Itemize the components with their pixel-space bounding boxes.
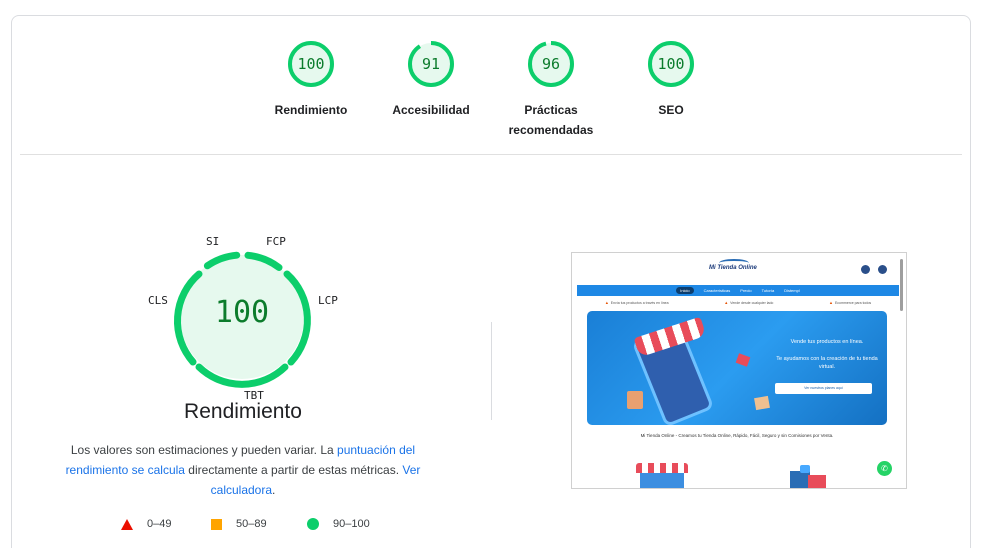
circle-icon	[307, 518, 319, 530]
preview-info-bar: Envía tus productos a través en línea Ve…	[577, 298, 899, 307]
preview-info-item: Ecommerce para todos	[829, 300, 871, 305]
preview-nav-item: Distempl	[784, 288, 800, 293]
preview-hero-button: Ver nuestros planes aquí	[775, 383, 872, 394]
description-text: Los valores son estimaciones y pueden va…	[70, 443, 338, 457]
triangle-icon	[121, 518, 133, 530]
preview-nav-item: Precio	[740, 288, 752, 293]
preview-hero-title: Vende tus productos en línea.	[790, 339, 864, 345]
legend-fail: 0–49	[121, 518, 171, 530]
category-score: 91	[421, 55, 441, 73]
preview-nav-item: Inicio	[676, 287, 694, 294]
category-label: Accesibilidad	[392, 103, 470, 117]
whatsapp-icon: ✆	[877, 461, 892, 476]
section-divider	[20, 154, 962, 155]
metric-cls[interactable]: CLS	[148, 294, 168, 307]
cart-icon	[878, 265, 887, 274]
category-label: Prácticas recomendadas	[508, 103, 594, 137]
shop-illustration	[786, 465, 832, 488]
legend-label: 90–100	[333, 518, 370, 530]
category-best-practices[interactable]: 96 Prácticas recomendadas	[491, 40, 611, 140]
legend-average: 50–89	[211, 518, 267, 530]
preview-hero-banner: Vende tus productos en línea. Te ayudamo…	[587, 311, 887, 425]
legend-label: 0–49	[147, 518, 172, 530]
preview-nav-item: Tutoría	[761, 288, 775, 293]
category-performance[interactable]: 100 Rendimiento	[251, 40, 371, 120]
category-score: 100	[297, 55, 325, 73]
gauge-ring: 96	[527, 40, 575, 88]
gauge-ring: 100	[647, 40, 695, 88]
legend-label: 50–89	[236, 518, 267, 530]
user-icon	[861, 265, 870, 274]
performance-title: Rendimiento	[184, 400, 302, 423]
performance-description: Los valores son estimaciones y pueden va…	[60, 440, 426, 500]
preview-info-item: Envía tus productos a través en línea	[605, 300, 669, 305]
preview-info-item: Vende desde cualquier lado	[724, 300, 773, 305]
category-label: SEO	[658, 103, 684, 117]
preview-header: Mi Tienda Online	[572, 253, 902, 285]
preview-nav: Inicio Características Precio Tutoría Di…	[577, 285, 899, 296]
legend-pass: 90–100	[307, 518, 370, 530]
preview-tagline: Mi Tienda Online - Creamos tu Tienda Onl…	[640, 433, 834, 438]
final-screenshot[interactable]: Mi Tienda Online Inicio Características …	[571, 252, 907, 489]
preview-nav-item: Características	[703, 288, 731, 293]
preview-hero-subtitle: Te ayudamos con la creación de tu tienda…	[776, 356, 878, 370]
category-score: 100	[657, 55, 685, 73]
metric-fcp[interactable]: FCP	[266, 235, 286, 248]
category-accessibility[interactable]: 91 Accesibilidad	[371, 40, 491, 120]
metric-si[interactable]: SI	[206, 235, 219, 248]
description-text: directamente a partir de estas métricas.	[184, 463, 403, 477]
preview-scrollbar	[900, 259, 903, 311]
metric-lcp[interactable]: LCP	[318, 294, 338, 307]
square-icon	[211, 518, 222, 530]
description-text: .	[272, 483, 276, 497]
vertical-divider	[491, 322, 492, 420]
box-illustration	[754, 395, 770, 411]
category-label: Rendimiento	[274, 103, 348, 117]
box-illustration	[735, 353, 751, 367]
performance-gauge: 100	[170, 245, 314, 389]
gauge-ring: 91	[407, 40, 455, 88]
performance-score: 100	[214, 295, 270, 330]
gauge-ring: 100	[287, 40, 335, 88]
category-seo[interactable]: 100 SEO	[611, 40, 731, 120]
shop-illustration	[636, 463, 688, 488]
bag-illustration	[627, 391, 643, 409]
preview-logo: Mi Tienda Online	[709, 265, 757, 271]
category-score: 96	[541, 55, 561, 73]
